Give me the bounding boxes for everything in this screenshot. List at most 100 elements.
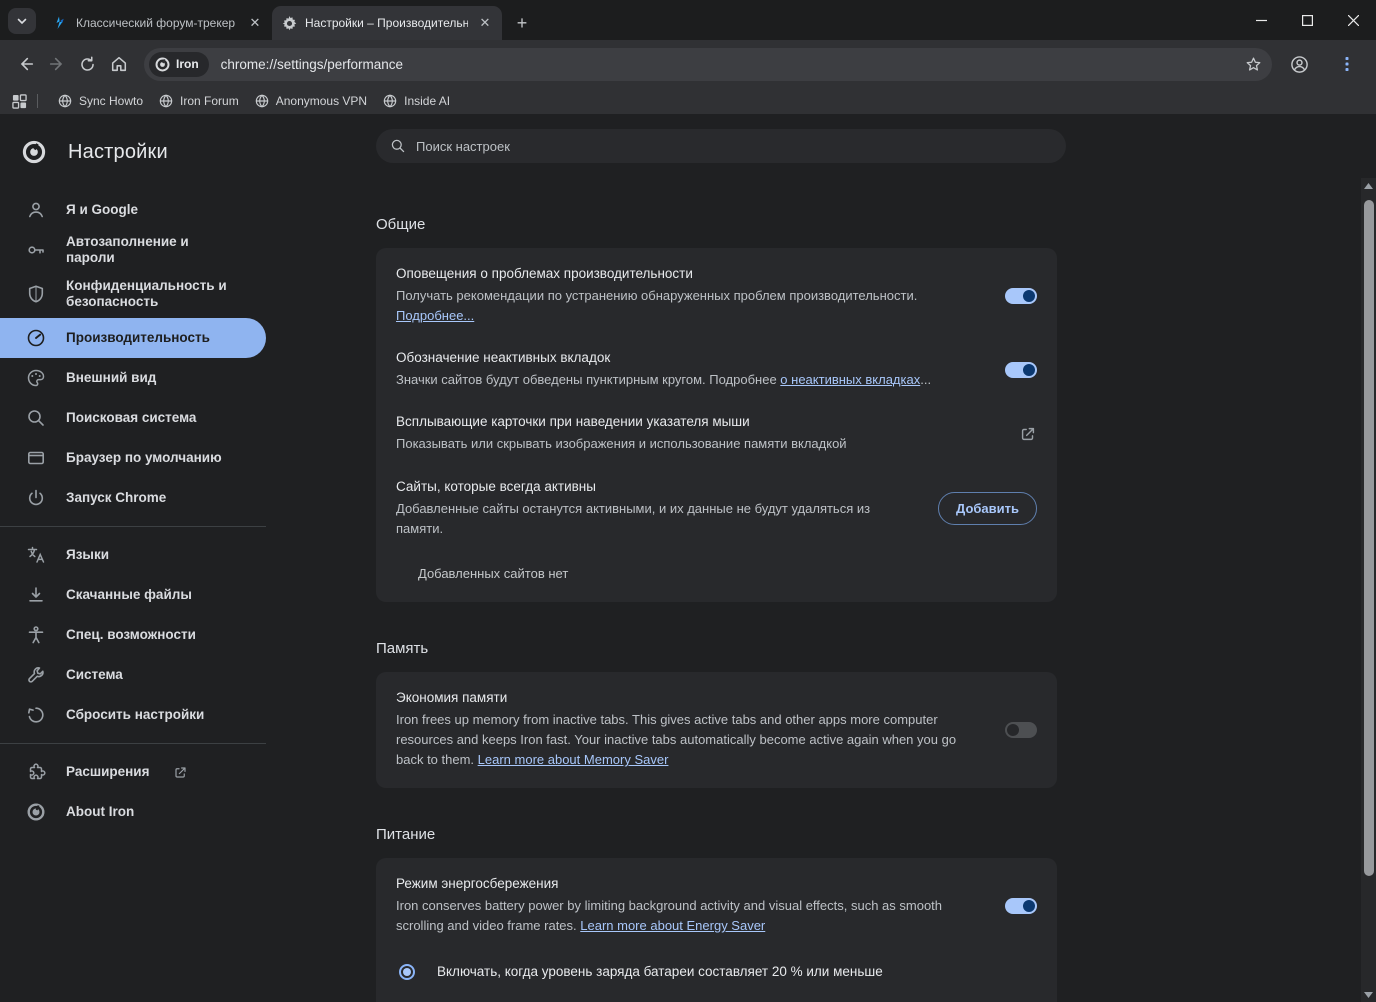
desc-text: Получать рекомендации по устранению обна…: [396, 288, 917, 303]
sidebar-item-search-engine[interactable]: Поисковая система: [0, 398, 266, 438]
radio-label: Включать, когда уровень заряда батареи с…: [437, 964, 883, 979]
bookmark-anonymous-vpn[interactable]: Anonymous VPN: [247, 90, 375, 112]
iron-logo-icon: [155, 57, 170, 72]
home-button[interactable]: [105, 47, 132, 81]
sidebar-item-accessibility[interactable]: Спец. возможности: [0, 615, 266, 655]
sidebar-item-label: Производительность: [66, 330, 210, 346]
power-card: Режим энергосбережения Iron conserves ba…: [376, 858, 1057, 1002]
tab-title: Классический форум-трекер ::: [76, 16, 238, 30]
toggle-memory-saver[interactable]: [1005, 722, 1037, 738]
row-title: Всплывающие карточки при наведении указа…: [396, 414, 1001, 429]
sidebar-item-autofill[interactable]: Автозаполнение и пароли: [0, 230, 266, 270]
minimize-button[interactable]: [1238, 0, 1284, 40]
bookmark-inside-ai[interactable]: Inside AI: [375, 90, 458, 112]
divider: [37, 94, 38, 108]
tab-settings-performance[interactable]: Настройки – Производительность ✕: [272, 6, 502, 40]
toggle-inactive-tabs[interactable]: [1005, 362, 1037, 378]
energy-saver-link[interactable]: Learn more about Energy Saver: [580, 918, 765, 933]
search-icon: [390, 138, 406, 154]
sidebar-item-label: Языки: [66, 547, 109, 563]
titlebar: Классический форум-трекер :: ✕ Настройки…: [0, 0, 1376, 40]
iron-logo-icon: [22, 140, 46, 164]
bookmark-label: Anonymous VPN: [276, 94, 367, 108]
toggle-energy-saver[interactable]: [1005, 898, 1037, 914]
sidebar-item-label: Браузер по умолчанию: [66, 450, 222, 466]
reload-button[interactable]: [74, 47, 101, 81]
section-title-general: Общие: [376, 216, 1057, 233]
toggle-performance-alerts[interactable]: [1005, 288, 1037, 304]
maximize-button[interactable]: [1284, 0, 1330, 40]
learn-more-link[interactable]: Подробнее...: [396, 308, 474, 323]
external-link-icon[interactable]: [1019, 425, 1037, 443]
new-tab-button[interactable]: +: [508, 9, 536, 37]
external-link-icon: [173, 765, 188, 780]
site-info-chip[interactable]: Iron: [149, 52, 209, 77]
sidebar-item-label: Я и Google: [66, 202, 138, 218]
general-card: Оповещения о проблемах производительност…: [376, 248, 1057, 602]
settings-search[interactable]: [376, 129, 1066, 163]
settings-search-header: [266, 114, 1376, 178]
row-desc: Iron conserves battery power by limiting…: [396, 896, 987, 936]
tab-close-icon[interactable]: ✕: [476, 14, 494, 32]
apps-grid-icon[interactable]: [12, 94, 27, 109]
sidebar-item-label: Скачанные файлы: [66, 587, 192, 603]
no-sites-note: Добавленных сайтов нет: [376, 551, 1057, 596]
bookmark-star-icon[interactable]: [1245, 56, 1262, 73]
tab-search-button[interactable]: [8, 8, 36, 34]
sidebar-item-startup[interactable]: Запуск Chrome: [0, 478, 266, 518]
sidebar-item-appearance[interactable]: Внешний вид: [0, 358, 266, 398]
browser-toolbar: Iron chrome://settings/performance: [0, 40, 1376, 88]
row-title: Обозначение неактивных вкладок: [396, 350, 987, 365]
sidebar-item-label: Спец. возможности: [66, 627, 196, 643]
scroll-down-icon[interactable]: [1361, 987, 1376, 1002]
add-site-button[interactable]: Добавить: [938, 492, 1037, 525]
radio-unplugged[interactable]: Включать, когда компьютер работает не от…: [376, 995, 1057, 1002]
sidebar-item-performance[interactable]: Производительность: [0, 318, 266, 358]
bookmark-sync-howto[interactable]: Sync Howto: [50, 90, 151, 112]
inactive-tabs-link[interactable]: о неактивных вкладках: [780, 372, 920, 387]
sidebar-item-downloads[interactable]: Скачанные файлы: [0, 575, 266, 615]
scroll-up-icon[interactable]: [1361, 178, 1376, 193]
row-memory-saver: Экономия памяти Iron frees up memory fro…: [376, 678, 1057, 782]
row-desc: Iron frees up memory from inactive tabs.…: [396, 710, 987, 770]
back-button[interactable]: [12, 47, 39, 81]
close-window-button[interactable]: [1330, 0, 1376, 40]
divider: [0, 526, 266, 527]
sidebar-item-extensions[interactable]: Расширения: [0, 752, 266, 792]
scrollbar[interactable]: [1361, 178, 1376, 1002]
search-input[interactable]: [416, 139, 1016, 154]
profile-button[interactable]: [1282, 47, 1316, 81]
sidebar-item-label: Внешний вид: [66, 370, 156, 386]
memory-saver-link[interactable]: Learn more about Memory Saver: [478, 752, 669, 767]
sidebar-item-label: Расширения: [66, 764, 149, 780]
radio-battery-20[interactable]: Включать, когда уровень заряда батареи с…: [376, 949, 1057, 995]
row-hover-cards[interactable]: Всплывающие карточки при наведении указа…: [376, 402, 1057, 466]
url-text[interactable]: chrome://settings/performance: [221, 57, 1245, 72]
chevron-down-icon: [16, 15, 28, 27]
scrollbar-thumb[interactable]: [1364, 200, 1374, 876]
bookmark-iron-forum[interactable]: Iron Forum: [151, 90, 247, 112]
sidebar-item-about-iron[interactable]: About Iron: [0, 792, 266, 832]
sidebar-item-privacy[interactable]: Конфиденциальность и безопасность: [0, 270, 266, 318]
forward-button[interactable]: [43, 47, 70, 81]
sidebar-item-label: Система: [66, 667, 123, 683]
sidebar-item-reset[interactable]: Сбросить настройки: [0, 695, 266, 735]
tab-close-icon[interactable]: ✕: [246, 14, 264, 32]
window-controls: [1238, 0, 1376, 40]
sidebar-item-label: Запуск Chrome: [66, 490, 166, 506]
desc-text: Значки сайтов будут обведены пунктирным …: [396, 372, 780, 387]
sidebar-item-system[interactable]: Система: [0, 655, 266, 695]
sidebar-item-languages[interactable]: Языки: [0, 535, 266, 575]
gear-icon: [282, 16, 297, 31]
sidebar-item-default-browser[interactable]: Браузер по умолчанию: [0, 438, 266, 478]
row-desc: Значки сайтов будут обведены пунктирным …: [396, 370, 987, 390]
menu-kebab-icon[interactable]: [1330, 47, 1364, 81]
bookmark-label: Inside AI: [404, 94, 450, 108]
address-bar[interactable]: Iron chrome://settings/performance: [144, 48, 1272, 81]
radio-selected-icon[interactable]: [399, 964, 415, 980]
tab-title: Настройки – Производительность: [305, 16, 468, 30]
tab-forum-tracker[interactable]: Классический форум-трекер :: ✕: [42, 6, 272, 40]
sidebar-item-you-and-google[interactable]: Я и Google: [0, 190, 266, 230]
row-desc: Получать рекомендации по устранению обна…: [396, 286, 987, 326]
globe-icon: [58, 94, 72, 108]
